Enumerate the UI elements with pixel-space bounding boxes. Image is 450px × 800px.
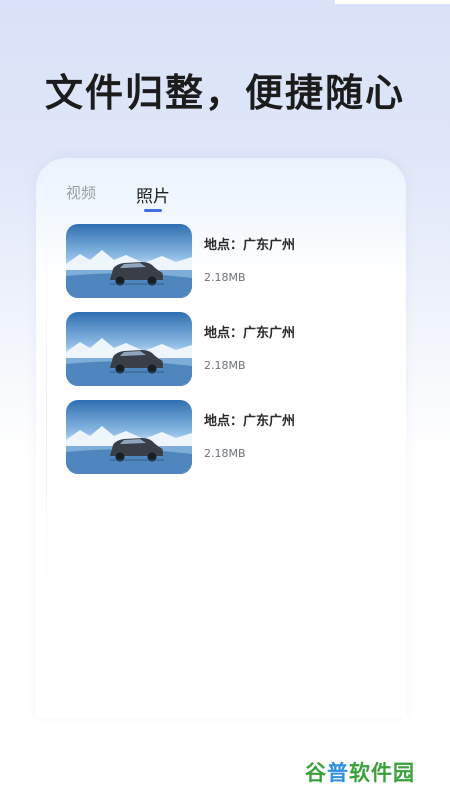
car-photo-thumbnail[interactable]	[66, 224, 192, 298]
list-item[interactable]: 地点：广东广州 2.18MB	[66, 400, 396, 488]
watermark-logo: 谷普软件园	[305, 757, 415, 787]
watermark-part: 普	[327, 761, 349, 785]
active-tab-indicator	[144, 209, 162, 212]
location-label: 地点：广东广州	[204, 414, 296, 429]
page-headline: 文件归整，便捷随心	[44, 71, 405, 115]
file-size: 2.18MB	[204, 359, 246, 372]
tab-photo[interactable]: 照片	[136, 182, 170, 207]
location-label: 地点：广东广州	[204, 326, 296, 341]
list-item[interactable]: 地点：广东广州 2.18MB	[66, 312, 396, 400]
media-card: 视频 照片 地点：广东广州 2.18MB 地点：广东广州 2.18MB 地点：广…	[36, 158, 406, 718]
photo-list: 地点：广东广州 2.18MB 地点：广东广州 2.18MB 地点：广东广州 2.…	[66, 224, 396, 488]
watermark-part: 软件园	[349, 761, 415, 785]
location-label: 地点：广东广州	[204, 238, 296, 253]
list-item[interactable]: 地点：广东广州 2.18MB	[66, 224, 396, 312]
top-edge	[335, 0, 450, 4]
file-size: 2.18MB	[204, 447, 246, 460]
car-photo-thumbnail[interactable]	[66, 312, 192, 386]
tab-video[interactable]: 视频	[66, 182, 96, 203]
file-size: 2.18MB	[204, 271, 246, 284]
car-photo-thumbnail[interactable]	[66, 400, 192, 474]
watermark-part: 谷	[305, 761, 327, 785]
